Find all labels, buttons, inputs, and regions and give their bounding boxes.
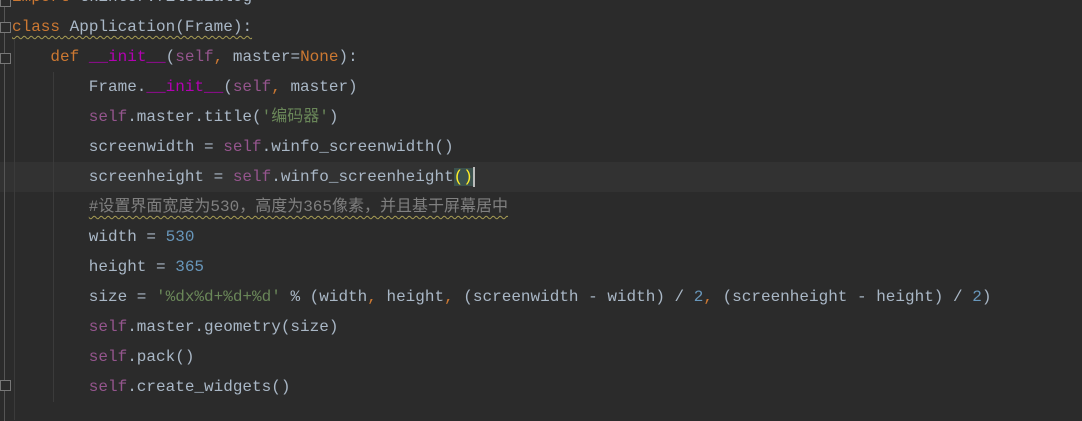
code-token: 530 <box>165 228 195 246</box>
code-token: , <box>367 288 377 306</box>
code-token: master) <box>280 78 358 96</box>
code-token: screenheight = <box>88 168 233 186</box>
code-token: Frame. <box>88 78 147 96</box>
code-line[interactable]: height = 365 <box>89 252 204 282</box>
code-line[interactable]: #设置界面宽度为530，高度为365像素，并且基于屏幕居中 <box>89 192 508 222</box>
code-line[interactable]: screenwidth = self.winfo_screenwidth() <box>89 132 454 162</box>
fold-marker-icon[interactable] <box>0 53 11 64</box>
code-token: None <box>300 48 339 66</box>
code-token: , <box>703 288 713 306</box>
code-line[interactable]: class Application(Frame): <box>12 12 252 42</box>
code-token: .master.geometry(size) <box>127 318 339 336</box>
code-token: import <box>12 0 70 6</box>
code-content: import tkinter.filedialog <box>12 0 252 6</box>
code-token: def <box>50 48 80 66</box>
code-token: '%dx%d+%d+%d' <box>156 288 281 306</box>
code-content: screenheight = self.winfo_screenheight() <box>89 168 473 186</box>
code-token: screenwidth = <box>88 138 224 156</box>
code-token: 365 <box>175 258 205 276</box>
code-content: self.master.geometry(size) <box>89 318 339 336</box>
code-token: (screenwidth - width) / <box>453 288 694 306</box>
code-content: size = '%dx%d+%d+%d' % (width, height, (… <box>89 288 992 306</box>
code-content: width = 530 <box>89 228 195 246</box>
fold-gutter <box>0 0 11 421</box>
code-content: self.master.title('编码器') <box>89 108 339 126</box>
code-token: class <box>12 18 61 36</box>
code-token: .pack() <box>127 348 195 366</box>
code-token: ) <box>328 108 339 126</box>
code-token: self <box>88 348 128 366</box>
code-token: self <box>88 108 128 126</box>
code-line[interactable]: self.master.geometry(size) <box>89 312 339 342</box>
code-token: self <box>232 168 272 186</box>
code-token: , <box>271 78 281 96</box>
code-content: height = 365 <box>89 258 204 276</box>
code-content: #设置界面宽度为530，高度为365像素，并且基于屏幕居中 <box>89 198 508 216</box>
code-token: __init__ <box>146 78 224 96</box>
indent-guide <box>14 40 15 420</box>
code-line[interactable]: self.pack() <box>89 342 195 372</box>
code-line[interactable]: self.master.title('编码器') <box>89 102 339 132</box>
code-token: size = <box>88 288 157 306</box>
code-token: Application(Frame): <box>60 18 253 36</box>
code-token: , <box>444 288 454 306</box>
code-token: 2 <box>972 288 982 306</box>
text-caret <box>472 166 475 187</box>
code-token: self <box>88 318 128 336</box>
code-content: self.pack() <box>89 348 195 366</box>
code-token: ( <box>223 78 233 96</box>
indent-guide <box>53 72 54 402</box>
code-token: self <box>88 378 128 396</box>
code-token: ( <box>165 48 176 66</box>
code-content: class Application(Frame): <box>12 18 252 36</box>
code-token: , <box>213 48 224 66</box>
code-token: 2 <box>693 288 704 306</box>
code-token: #设置界面宽度为530，高度为365像素，并且基于屏幕居中 <box>88 198 509 216</box>
code-token: ) <box>981 288 992 306</box>
code-token: % (width <box>280 288 368 306</box>
fold-end-marker-icon[interactable] <box>0 380 11 391</box>
code-token: () <box>453 168 473 186</box>
code-line[interactable]: size = '%dx%d+%d+%d' % (width, height, (… <box>89 282 992 312</box>
fold-marker-icon[interactable] <box>0 22 11 33</box>
code-token: .winfo_screenheight <box>271 168 454 186</box>
code-content: self.create_widgets() <box>89 378 291 396</box>
code-token: .master.title( <box>127 108 262 126</box>
code-token: master= <box>223 48 301 66</box>
code-content: def __init__(self, master=None): <box>50 48 357 66</box>
code-line[interactable]: width = 530 <box>89 222 195 252</box>
code-token: self <box>175 48 214 66</box>
code-token: '编码器' <box>261 108 329 126</box>
code-token: self <box>232 78 272 96</box>
code-token: .winfo_screenwidth() <box>261 138 454 156</box>
code-token: ): <box>338 48 358 66</box>
code-token: (screenheight - height) / <box>712 288 973 306</box>
code-content: screenwidth = self.winfo_screenwidth() <box>89 138 454 156</box>
code-token: .create_widgets() <box>127 378 291 396</box>
code-content: Frame.__init__(self, master) <box>89 78 358 96</box>
code-token: __init__ <box>88 48 166 66</box>
code-line[interactable]: self.create_widgets() <box>89 372 291 402</box>
code-token: tkinter.filedialog <box>70 0 252 6</box>
code-token: self <box>223 138 262 156</box>
code-line[interactable]: def __init__(self, master=None): <box>50 42 357 72</box>
code-token: height <box>376 288 445 306</box>
code-token: width = <box>88 228 166 246</box>
fold-marker-icon[interactable] <box>0 0 11 7</box>
code-line[interactable]: screenheight = self.winfo_screenheight() <box>89 162 475 192</box>
code-token: height = <box>88 258 176 276</box>
code-line[interactable]: import tkinter.filedialog <box>12 0 252 12</box>
code-line[interactable]: Frame.__init__(self, master) <box>89 72 358 102</box>
